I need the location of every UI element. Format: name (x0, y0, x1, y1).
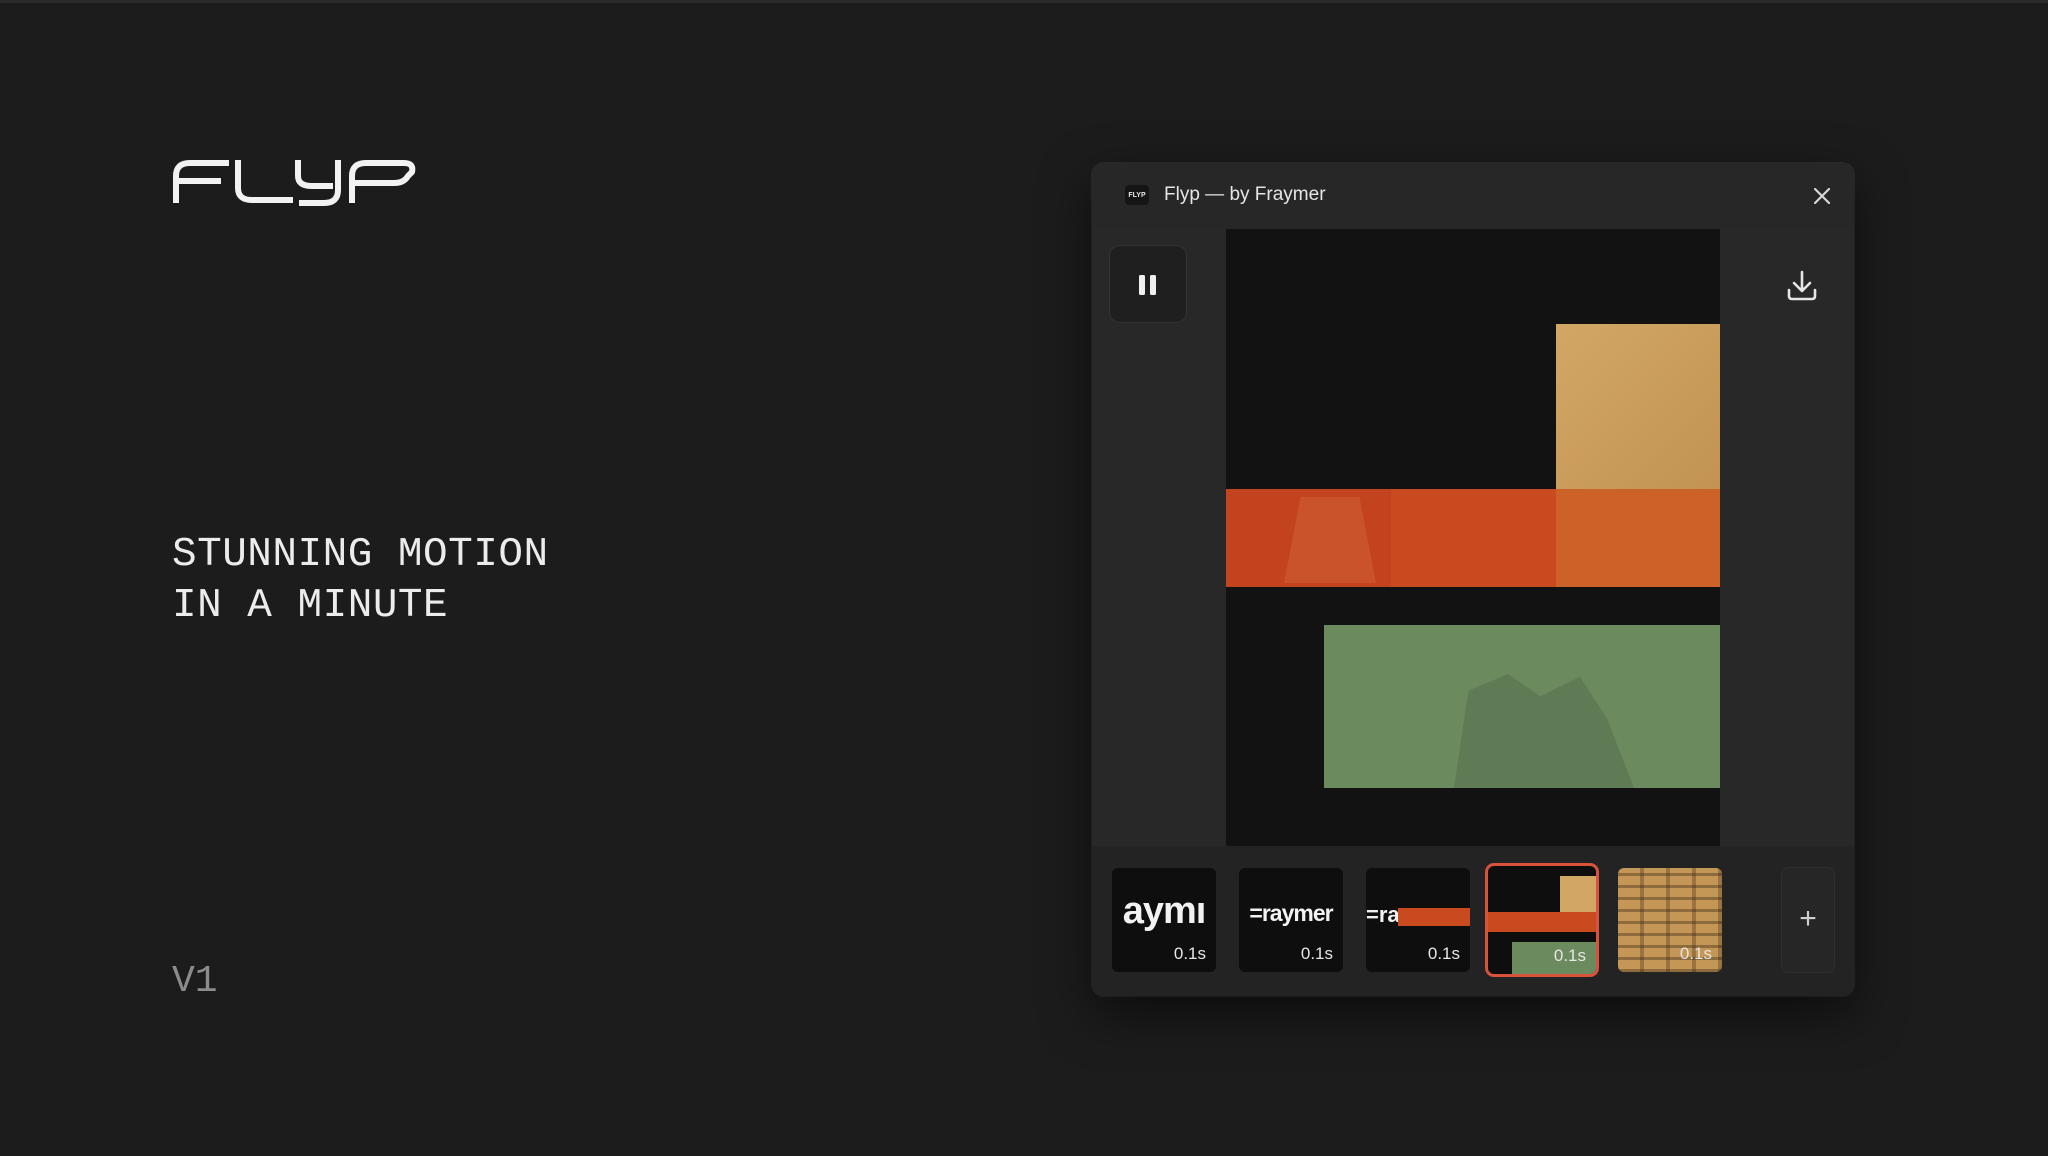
frame-thumbnail-4[interactable]: 0.1s (1488, 866, 1596, 974)
frame-4-duration: 0.1s (1553, 946, 1586, 965)
plus-icon: + (1799, 902, 1817, 935)
app-icon-text: FLYP (1128, 191, 1146, 199)
right-toolbar (1720, 229, 1854, 846)
frame-thumbnail-3[interactable]: =ra 0.1s (1366, 868, 1470, 972)
flyp-window: FLYP Flyp — by Fraymer aymı 0.1s =raymer… (1092, 163, 1854, 996)
frame-2-text: =raymer (1249, 900, 1333, 926)
frame-4-tan-block (1560, 876, 1596, 912)
app-icon: FLYP (1125, 185, 1149, 205)
download-button[interactable] (1780, 263, 1824, 307)
close-icon (1813, 187, 1831, 205)
window-titlebar: FLYP Flyp — by Fraymer (1092, 163, 1854, 229)
headline-line-1: STUNNING MOTION (172, 532, 549, 578)
headline-line-2: IN A MINUTE (172, 583, 449, 629)
download-icon (1787, 270, 1817, 301)
frame-timeline: aymı 0.1s =raymer 0.1s =ra 0.1s 0.1s 0.1… (1092, 846, 1854, 996)
frame-thumbnail-5[interactable]: 0.1s (1618, 868, 1722, 972)
frame-2-duration: 0.1s (1300, 944, 1333, 963)
frame-1-text: aymı (1122, 890, 1207, 932)
frame-4-orange-band (1488, 912, 1596, 932)
orange-band-segment-2 (1391, 489, 1556, 587)
flyp-logo (172, 156, 418, 206)
version-label: V1 (172, 960, 218, 1003)
frame-thumbnail-1[interactable]: aymı 0.1s (1112, 868, 1216, 972)
add-frame-button[interactable]: + (1782, 868, 1834, 972)
flyp-logo-mark (173, 160, 416, 206)
frame-1-duration: 0.1s (1173, 944, 1206, 963)
pause-button[interactable] (1110, 246, 1186, 322)
frame-3-text: =ra (1366, 902, 1400, 927)
close-button[interactable] (1809, 183, 1835, 209)
frame-thumbnail-2[interactable]: =raymer 0.1s (1239, 868, 1343, 972)
preview-canvas (1226, 229, 1720, 846)
top-edge (0, 0, 2048, 3)
pause-icon (1139, 275, 1156, 295)
frame-5-duration: 0.1s (1679, 944, 1712, 963)
window-title: Flyp — by Fraymer (1164, 184, 1326, 205)
hero-headline: STUNNING MOTION IN A MINUTE (172, 530, 549, 632)
orange-band-segment-3 (1556, 489, 1720, 587)
frame-3-duration: 0.1s (1427, 944, 1460, 963)
tan-block (1556, 324, 1720, 489)
frame-3-orange-bar (1398, 908, 1470, 926)
